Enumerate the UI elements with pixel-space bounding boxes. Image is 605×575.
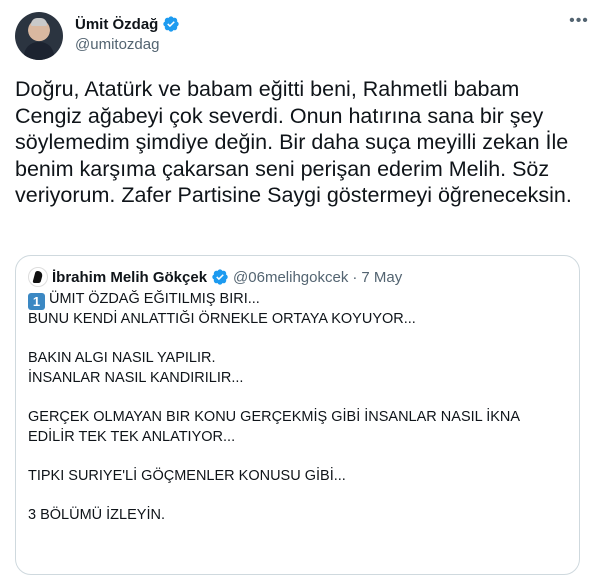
quoted-tweet[interactable]: İbrahim Melih Gökçek @06melihgokcek · 7 … [15, 255, 580, 575]
author-info: Ümit Özdağ @umitozdag [75, 15, 180, 53]
quoted-author-name: İbrahim Melih Gökçek [52, 268, 208, 286]
meta-separator: · [352, 268, 358, 286]
author-name-row: Ümit Özdağ [75, 15, 180, 33]
tweet-header: Ümit Özdağ @umitozdag ••• [15, 12, 589, 60]
more-options-icon[interactable]: ••• [569, 13, 589, 34]
verified-badge-icon [163, 16, 180, 32]
author-avatar[interactable] [15, 12, 63, 60]
tweet-text: Doğru, Atatürk ve babam eğitti beni, Rah… [15, 77, 572, 208]
verified-badge-icon [212, 269, 228, 285]
author-name[interactable]: Ümit Özdağ [75, 16, 158, 33]
quoted-body-text: BUNU KENDİ ANLATTIĞI ÖRNEKLE ORTAYA KOYU… [28, 311, 520, 523]
quoted-author-avatar [28, 267, 48, 287]
quoted-tweet-header: İbrahim Melih Gökçek @06melihgokcek · 7 … [28, 267, 402, 287]
quoted-first-line: ÜMIT ÖZDAĞ EĞITILMIŞ BIRI... [49, 291, 260, 307]
quoted-tweet-body: 1 ÜMIT ÖZDAĞ EĞITILMIŞ BIRI... BUNU KENDİ… [28, 290, 568, 526]
keycap-one-icon: 1 [28, 293, 45, 310]
quoted-tweet-date[interactable]: 7 May [361, 269, 402, 286]
author-handle[interactable]: @umitozdag [75, 36, 180, 53]
quoted-author-handle: @06melihgokcek [233, 268, 349, 286]
